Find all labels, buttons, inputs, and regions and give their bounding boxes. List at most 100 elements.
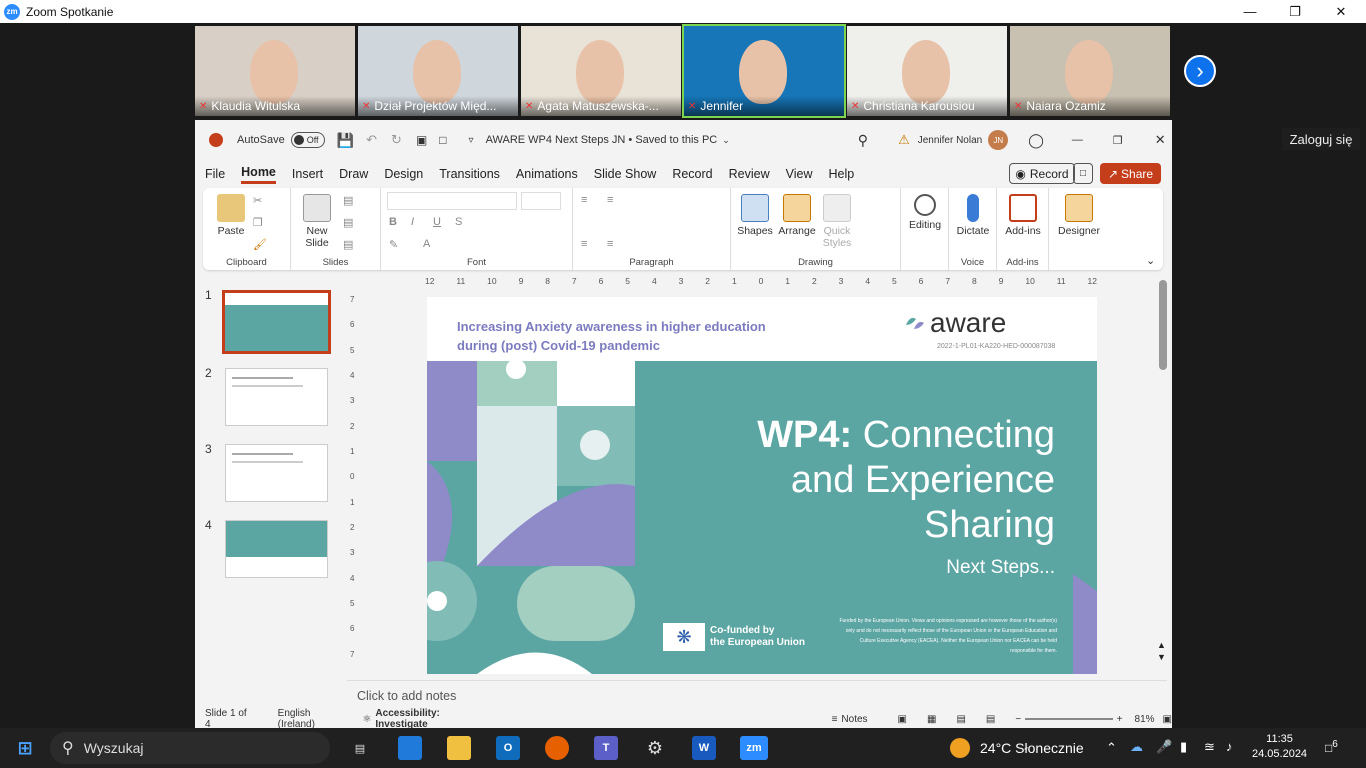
normal-view-icon[interactable]: ▣ (898, 714, 907, 725)
volume-icon[interactable]: ♪ (1226, 739, 1233, 754)
slide-thumbnail[interactable] (225, 444, 328, 502)
menu-tab-transitions[interactable]: Transitions (439, 167, 500, 181)
settings-gear-icon[interactable]: ⚙ (643, 736, 667, 760)
italic-icon[interactable]: I (411, 216, 414, 228)
microphone-tray-icon[interactable]: 🎤 (1156, 739, 1172, 755)
ruler-tick: 7 (945, 276, 951, 286)
ribbon-collapse-icon[interactable]: ⌄ (1146, 254, 1155, 267)
slide-thumbnail[interactable] (225, 520, 328, 578)
share-button[interactable]: ↗ Share (1100, 163, 1161, 184)
ppt-minimize-icon[interactable]: — (1072, 134, 1083, 146)
next-participants-icon[interactable]: › (1184, 55, 1216, 87)
dictate-button[interactable]: Dictate (951, 194, 995, 237)
menu-tab-slide-show[interactable]: Slide Show (594, 167, 657, 181)
teams-icon[interactable]: T (594, 736, 618, 760)
participant-tile[interactable]: ✕ Agata Matuszewska-... (521, 26, 681, 116)
maximize-icon[interactable]: ❐ (1272, 0, 1318, 23)
present-icon[interactable]: ▣ (416, 133, 427, 147)
battery-icon[interactable]: ▮ (1180, 739, 1187, 755)
record-button[interactable]: ◉ Record (1009, 163, 1075, 184)
weather-icon[interactable] (950, 738, 970, 758)
menu-tab-help[interactable]: Help (828, 167, 854, 181)
new-file-icon[interactable]: □ (439, 133, 446, 147)
fit-to-window-icon[interactable]: ▣ (1163, 714, 1172, 725)
menu-tab-review[interactable]: Review (729, 167, 770, 181)
participant-tile[interactable]: ✕ Naiara Ozamiz (1010, 26, 1170, 116)
font-family-select[interactable] (387, 192, 517, 210)
close-icon[interactable]: ✕ (1318, 0, 1364, 23)
slideshow-icon[interactable]: ▤ (986, 714, 995, 725)
search-icon[interactable]: ⚲ (858, 132, 868, 149)
windows-start-icon[interactable]: ⊞ (13, 736, 37, 760)
undo-icon[interactable]: ↶ (366, 132, 377, 148)
minimize-icon[interactable]: — (1227, 0, 1273, 23)
highlight-icon[interactable]: ✎ (389, 238, 398, 251)
underline-icon[interactable]: U (433, 216, 441, 228)
menu-tab-design[interactable]: Design (384, 167, 423, 181)
onedrive-icon[interactable]: ☁ (1130, 739, 1143, 755)
ppt-close-icon[interactable]: ✕ (1155, 132, 1166, 148)
file-explorer-icon[interactable] (447, 736, 471, 760)
vertical-scrollbar[interactable] (1159, 280, 1167, 370)
zoom-level[interactable]: 81% (1135, 714, 1155, 725)
zoom-out-icon[interactable]: − (1015, 714, 1021, 725)
wifi-icon[interactable]: ≊ (1204, 739, 1215, 755)
muted-mic-icon: ✕ (525, 100, 534, 112)
task-view-icon[interactable]: ▤ (348, 736, 372, 760)
participant-tile[interactable]: ✕ Dział Projektów Międ... (358, 26, 518, 116)
outlook-icon[interactable]: O (496, 736, 520, 760)
notes-pane[interactable]: Click to add notes (347, 680, 1167, 710)
designer-button[interactable]: Designer (1057, 194, 1101, 237)
clock[interactable]: 11:35 24.05.2024 (1252, 732, 1307, 762)
lightbulb-icon[interactable]: ◯ (1028, 132, 1044, 149)
menu-tab-record[interactable]: Record (672, 167, 712, 181)
accessibility-status[interactable]: Accessibility: Investigate (375, 708, 491, 728)
weather-text[interactable]: 24°C Słonecznie (980, 740, 1084, 756)
zoom-slider[interactable] (1025, 718, 1113, 720)
firefox-icon[interactable] (545, 736, 569, 760)
slide-thumbnail[interactable] (225, 368, 328, 426)
slide-thumbnail[interactable] (222, 290, 331, 354)
word-icon[interactable]: W (692, 736, 716, 760)
notes-button[interactable]: Notes (841, 714, 867, 725)
ppt-restore-icon[interactable]: ❐ (1113, 134, 1123, 147)
slide-canvas[interactable]: Increasing Anxiety awareness in higher e… (427, 297, 1097, 674)
store-icon[interactable] (398, 736, 422, 760)
addins-label: Add-ins (1006, 257, 1039, 268)
comments-icon[interactable]: □ (1073, 163, 1093, 184)
reading-view-icon[interactable]: ▤ (956, 714, 965, 725)
taskbar-search[interactable]: ⚲ Wyszukaj (50, 732, 330, 764)
menu-tab-animations[interactable]: Animations (516, 167, 578, 181)
avatar[interactable]: JN (988, 130, 1009, 150)
customize-icon[interactable]: ▿ (469, 135, 474, 146)
redo-icon[interactable]: ↻ (391, 132, 402, 148)
participant-tile[interactable]: ✕ Jennifer (682, 24, 846, 118)
slide-sorter-icon[interactable]: ▦ (927, 714, 936, 725)
menu-tab-view[interactable]: View (786, 167, 813, 181)
bold-icon[interactable]: B (389, 216, 397, 228)
editing-button[interactable]: Editing (903, 194, 947, 231)
language[interactable]: English (Ireland) (278, 708, 349, 728)
next-slide-icon[interactable]: ▼ (1157, 652, 1166, 662)
user-name[interactable]: Jennifer Nolan (918, 135, 982, 146)
notification-icon[interactable]: □6 (1325, 739, 1338, 755)
login-button[interactable]: Zaloguj się (1282, 128, 1360, 150)
zoom-taskbar-icon[interactable]: zm (740, 736, 768, 760)
align-left-icon[interactable]: ≡ (581, 238, 587, 250)
document-title[interactable]: AWARE WP4 Next Steps JN • Saved to this … (486, 134, 718, 146)
arrange-button[interactable]: Arrange (775, 194, 819, 237)
bullets-icon[interactable]: ≡ (581, 194, 587, 206)
addins-button[interactable]: Add-ins (1001, 194, 1045, 237)
quick-styles-button[interactable]: Quick Styles (815, 194, 859, 249)
font-color-icon[interactable]: A (423, 238, 430, 250)
tray-chevron-up-icon[interactable]: ⌃ (1106, 740, 1117, 756)
numbering-icon[interactable]: ≡ (607, 194, 613, 206)
zoom-in-icon[interactable]: + (1117, 714, 1123, 725)
align-center-icon[interactable]: ≡ (607, 238, 613, 250)
prev-slide-icon[interactable]: ▲ (1157, 640, 1166, 650)
font-size-select[interactable] (521, 192, 561, 210)
participant-tile[interactable]: ✕ Christiana Karousiou (847, 26, 1007, 116)
participant-tile[interactable]: ✕ Klaudia Witulska (195, 26, 355, 116)
shapes-button[interactable]: Shapes (733, 194, 777, 237)
strikethrough-icon[interactable]: S (455, 216, 462, 228)
